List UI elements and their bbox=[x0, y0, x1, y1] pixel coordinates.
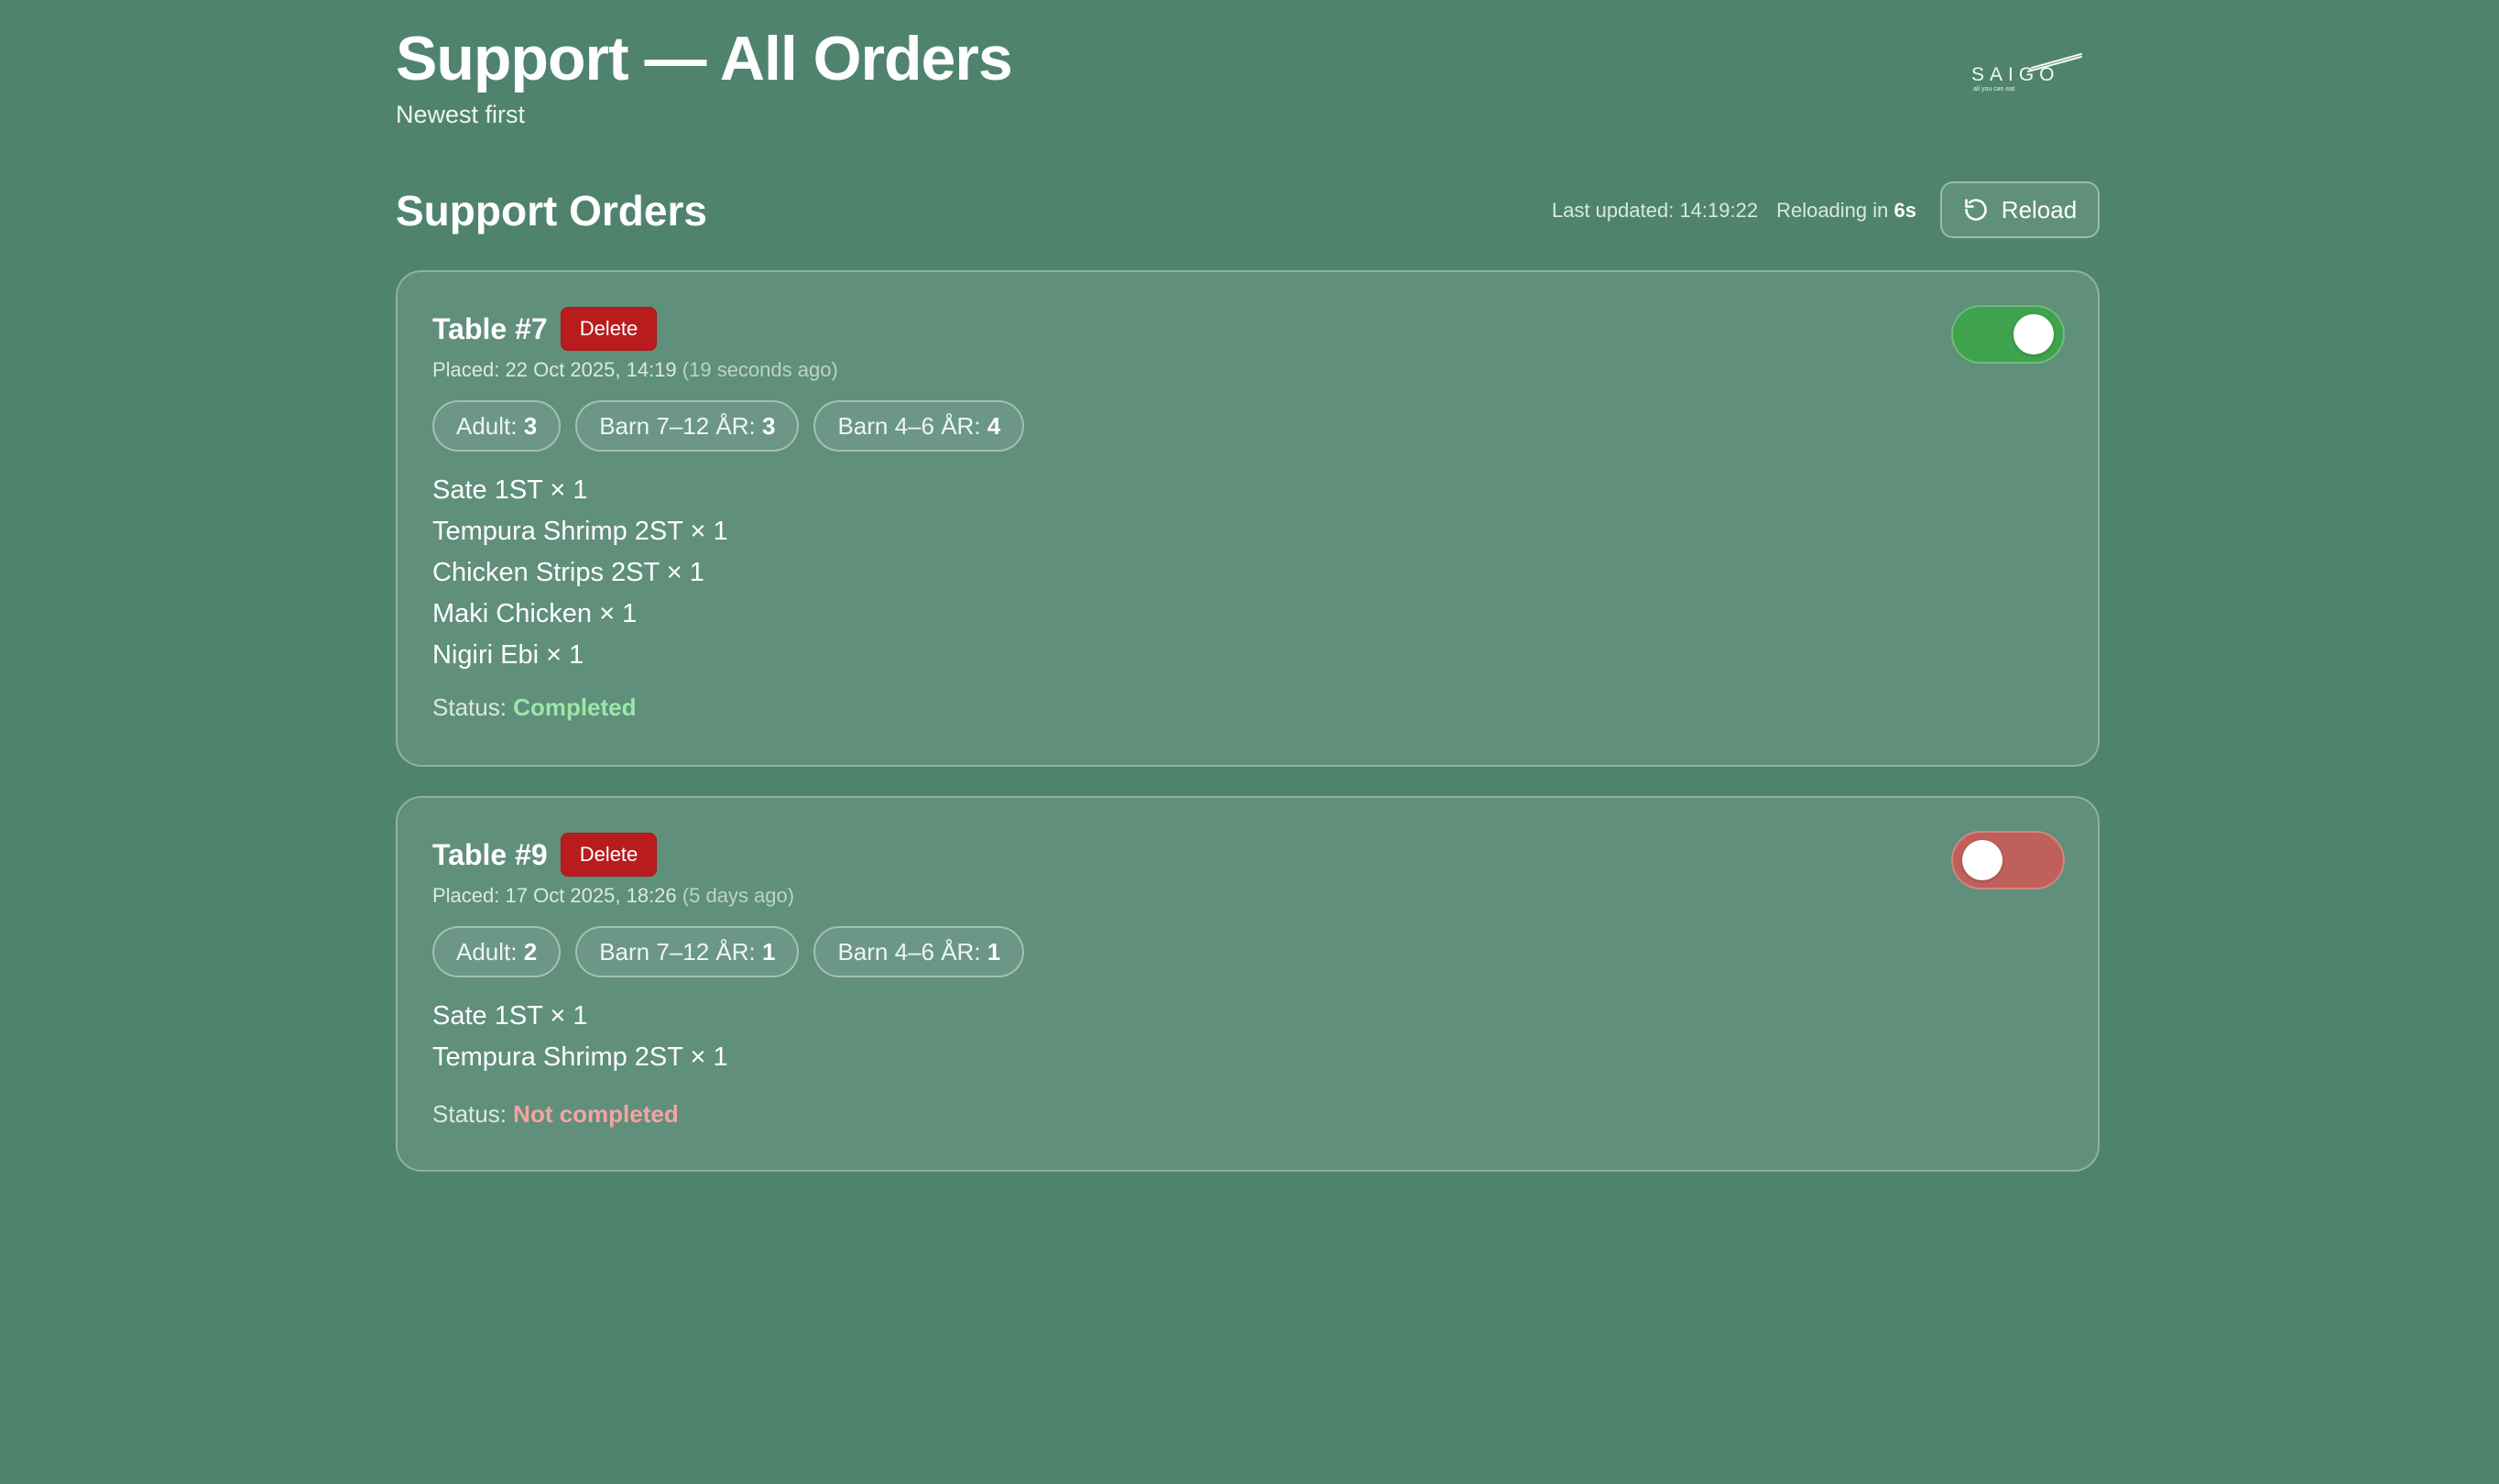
guest-pill-label: Barn 7–12 ÅR: bbox=[599, 938, 756, 966]
page-subtitle: Newest first bbox=[396, 101, 526, 128]
reloading-label: Reloading in bbox=[1776, 199, 1889, 222]
placed-label: Placed: bbox=[432, 884, 500, 907]
guest-pill-child-4-6: Barn 4–6 ÅR: 4 bbox=[813, 400, 1025, 452]
logo-wordmark: SAIGO bbox=[1971, 64, 2060, 85]
status-label: Status: bbox=[432, 693, 507, 721]
guest-pill-count: 1 bbox=[987, 938, 1001, 966]
guest-pill-child-7-12: Barn 7–12 ÅR: 3 bbox=[575, 400, 800, 452]
order-card: Table #9 Delete Placed: 17 Oct 2025, 18:… bbox=[396, 796, 2100, 1172]
guest-pill-count: 4 bbox=[987, 412, 1001, 440]
guest-pill-adult: Adult: 2 bbox=[432, 926, 562, 977]
placed-datetime: 22 Oct 2025, 14:19 bbox=[505, 358, 677, 381]
guest-pill-count: 3 bbox=[523, 412, 538, 440]
order-placed: Placed: 17 Oct 2025, 18:26 (5 days ago) bbox=[432, 882, 794, 910]
guest-pill-adult: Adult: 3 bbox=[432, 400, 562, 452]
order-item: Maki Chicken × 1 bbox=[432, 599, 638, 628]
placed-label: Placed: bbox=[432, 358, 500, 381]
reload-button[interactable]: Reload bbox=[1940, 181, 2100, 238]
placed-datetime: 17 Oct 2025, 18:26 bbox=[505, 884, 677, 907]
guest-pill-label: Adult: bbox=[456, 412, 518, 440]
guest-pill-count: 2 bbox=[523, 938, 538, 966]
order-table-title: Table #7 bbox=[432, 312, 548, 345]
status-value: Completed bbox=[513, 693, 637, 721]
page-container: Support — All Orders Newest first SAIGO … bbox=[396, 0, 2100, 1172]
order-item: Chicken Strips 2ST × 1 bbox=[432, 558, 704, 587]
guest-pill-label: Barn 7–12 ÅR: bbox=[599, 412, 756, 440]
status-value: Not completed bbox=[513, 1100, 679, 1128]
guest-pill-child-4-6: Barn 4–6 ÅR: 1 bbox=[813, 926, 1025, 977]
order-status: Status: Completed bbox=[432, 692, 637, 723]
last-updated-value: 14:19:22 bbox=[1679, 199, 1759, 222]
refresh-meta: Last updated: 14:19:22 Reloading in 6s bbox=[1552, 197, 1916, 224]
order-items: Sate 1ST × 1 Tempura Shrimp 2ST × 1 bbox=[432, 996, 728, 1078]
delete-button[interactable]: Delete bbox=[560, 833, 658, 877]
order-table-title: Table #9 bbox=[432, 838, 548, 871]
order-item: Sate 1ST × 1 bbox=[432, 475, 588, 505]
order-item: Tempura Shrimp 2ST × 1 bbox=[432, 517, 728, 546]
status-label: Status: bbox=[432, 1100, 507, 1128]
guest-pill-count: 3 bbox=[762, 412, 776, 440]
order-status: Status: Not completed bbox=[432, 1098, 679, 1129]
order-placed: Placed: 22 Oct 2025, 14:19 (19 seconds a… bbox=[432, 356, 838, 384]
order-card: Table #7 Delete Placed: 22 Oct 2025, 14:… bbox=[396, 270, 2100, 767]
last-updated-label: Last updated: bbox=[1551, 199, 1675, 222]
guest-pill-label: Adult: bbox=[456, 938, 518, 966]
guest-counts: Adult: 3 Barn 7–12 ÅR: 3 Barn 4–6 ÅR: 4 bbox=[432, 400, 1025, 452]
guest-counts: Adult: 2 Barn 7–12 ÅR: 1 Barn 4–6 ÅR: 1 bbox=[432, 926, 1025, 977]
page-header: Support — All Orders Newest first SAIGO … bbox=[396, 0, 2100, 156]
section-title: Support Orders bbox=[396, 187, 707, 235]
guest-pill-count: 1 bbox=[762, 938, 776, 966]
placed-relative-time: (19 seconds ago) bbox=[682, 358, 838, 381]
order-item: Nigiri Ebi × 1 bbox=[432, 640, 584, 670]
completed-toggle[interactable] bbox=[1951, 831, 2065, 889]
saigo-logo: SAIGO all you can eat bbox=[1971, 51, 2082, 99]
delete-button[interactable]: Delete bbox=[560, 307, 658, 351]
toggle-knob bbox=[1962, 840, 2002, 880]
logo-tagline: all you can eat bbox=[1973, 86, 2015, 93]
page-title: Support — All Orders bbox=[396, 24, 1013, 93]
toggle-knob bbox=[2013, 314, 2054, 355]
order-items: Sate 1ST × 1 Tempura Shrimp 2ST × 1 Chic… bbox=[432, 470, 728, 676]
order-header: Table #7 Delete bbox=[432, 307, 658, 351]
refresh-icon bbox=[1965, 199, 1987, 221]
completed-toggle[interactable] bbox=[1951, 305, 2065, 364]
reload-label: Reload bbox=[2001, 195, 2078, 224]
reloading-countdown: 6s bbox=[1893, 199, 1916, 222]
order-item: Sate 1ST × 1 bbox=[432, 1001, 588, 1031]
guest-pill-label: Barn 4–6 ÅR: bbox=[837, 412, 981, 440]
section-bar: Support Orders Last updated: 14:19:22 Rel… bbox=[396, 156, 2100, 270]
guest-pill-label: Barn 4–6 ÅR: bbox=[837, 938, 981, 966]
guest-pill-child-7-12: Barn 7–12 ÅR: 1 bbox=[575, 926, 800, 977]
placed-relative-time: (5 days ago) bbox=[682, 884, 795, 907]
order-item: Tempura Shrimp 2ST × 1 bbox=[432, 1042, 728, 1072]
order-header: Table #9 Delete bbox=[432, 833, 658, 877]
